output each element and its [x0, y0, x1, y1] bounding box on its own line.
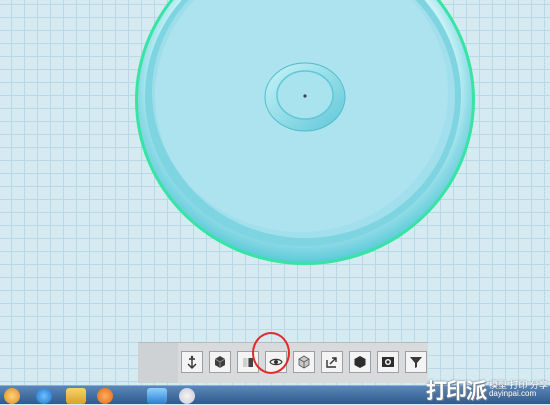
camera-icon: [381, 355, 395, 369]
word-icon[interactable]: [179, 388, 195, 404]
cube-dark-icon: [213, 355, 227, 369]
model-scene[interactable]: [0, 0, 550, 385]
funnel-icon: [409, 355, 423, 369]
hexagon-icon: [353, 355, 367, 369]
snapshot-button[interactable]: [377, 351, 399, 373]
move-tool-button[interactable]: [181, 351, 203, 373]
material-button[interactable]: [349, 351, 371, 373]
view-iso-button[interactable]: [293, 351, 315, 373]
hub-center-point: [303, 94, 307, 98]
move-anchor-icon: [185, 355, 199, 369]
highlight-circle: [252, 332, 290, 374]
app-icon[interactable]: [147, 388, 167, 404]
watermark-url: dayinpai.com: [488, 389, 537, 398]
ie-icon[interactable]: [36, 388, 52, 404]
3d-viewport[interactable]: [0, 0, 550, 385]
media-player-icon[interactable]: [97, 388, 113, 404]
more-button[interactable]: [405, 351, 427, 373]
watermark: 打印派 模型 打印 分享 dayinpai.com: [426, 376, 548, 403]
watermark-logo: 打印派: [425, 378, 487, 403]
folder-icon[interactable]: [66, 388, 86, 404]
view-box-button[interactable]: [209, 351, 231, 373]
export-button[interactable]: [321, 351, 343, 373]
cube-light-icon: [297, 355, 311, 369]
start-orb-icon[interactable]: [4, 388, 20, 404]
share-icon: [325, 355, 339, 369]
